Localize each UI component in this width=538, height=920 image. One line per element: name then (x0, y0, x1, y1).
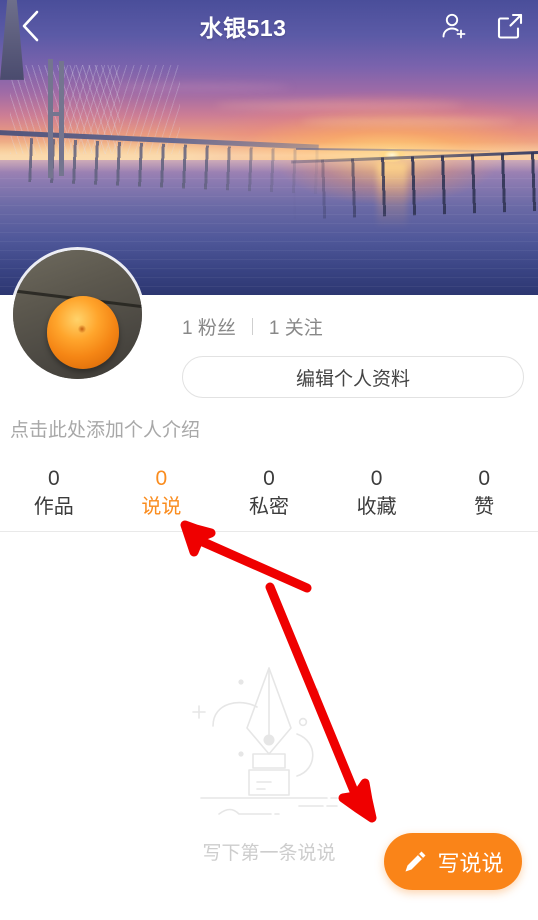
back-button[interactable] (0, 0, 60, 52)
tab-private[interactable]: 0 私密 (215, 455, 323, 531)
bridge-pylon (59, 60, 64, 177)
tab-label: 赞 (474, 496, 495, 519)
profile-screen: 水银513 1 粉丝 1 关注 编辑个人资料 点击此处添加个人介绍 0 作品 0… (0, 0, 538, 920)
fountain-pen-nib-icon (192, 667, 338, 815)
pencil-icon (405, 851, 426, 871)
stats-separator (251, 318, 253, 335)
followers-count: 1 (182, 318, 193, 339)
page-title: 水银513 (199, 15, 287, 41)
followers-label: 粉丝 (197, 318, 236, 339)
share-external-icon (497, 13, 523, 39)
cover-cloud (215, 100, 463, 110)
tab-label: 作品 (33, 496, 74, 519)
bridge-pylon-crossbeam (48, 112, 64, 117)
tab-favorites[interactable]: 0 收藏 (323, 455, 431, 531)
header-bar: 水银513 (0, 0, 538, 52)
add-user-button[interactable] (426, 0, 482, 52)
write-post-fab[interactable]: 写说说 (384, 833, 522, 890)
share-button[interactable] (482, 0, 538, 52)
write-post-label: 写说说 (437, 850, 504, 876)
avatar-orange-fruit (46, 296, 119, 369)
add-user-icon (442, 13, 466, 39)
tab-likes[interactable]: 0 赞 (430, 455, 538, 531)
edit-profile-button[interactable]: 编辑个人资料 (182, 356, 524, 398)
header-actions (426, 0, 538, 52)
followers-stat[interactable]: 1 粉丝 (182, 313, 236, 340)
chevron-left-icon (22, 10, 39, 42)
tab-label: 收藏 (356, 496, 397, 519)
tab-count: 0 (370, 466, 383, 490)
tab-count: 0 (263, 466, 275, 490)
add-intro-placeholder[interactable]: 点击此处添加个人介绍 (10, 415, 200, 442)
tab-label: 私密 (248, 496, 289, 519)
bridge-pylon (48, 59, 53, 178)
tab-count: 0 (155, 466, 168, 490)
tab-count: 0 (478, 466, 491, 490)
edit-profile-label: 编辑个人资料 (295, 368, 410, 390)
tab-label: 说说 (141, 496, 182, 519)
profile-stats: 1 粉丝 1 关注 (182, 313, 323, 340)
following-label: 关注 (284, 318, 323, 339)
avatar[interactable] (13, 250, 142, 379)
following-stat[interactable]: 1 关注 (269, 313, 323, 340)
tab-shuoshuo[interactable]: 0 说说 (108, 455, 216, 531)
following-count: 1 (268, 318, 280, 339)
tabs-divider (0, 531, 538, 532)
tab-works[interactable]: 0 作品 (0, 455, 108, 531)
tab-count: 0 (47, 466, 60, 490)
profile-tabs: 0 作品 0 说说 0 私密 0 收藏 0 赞 (0, 455, 538, 531)
